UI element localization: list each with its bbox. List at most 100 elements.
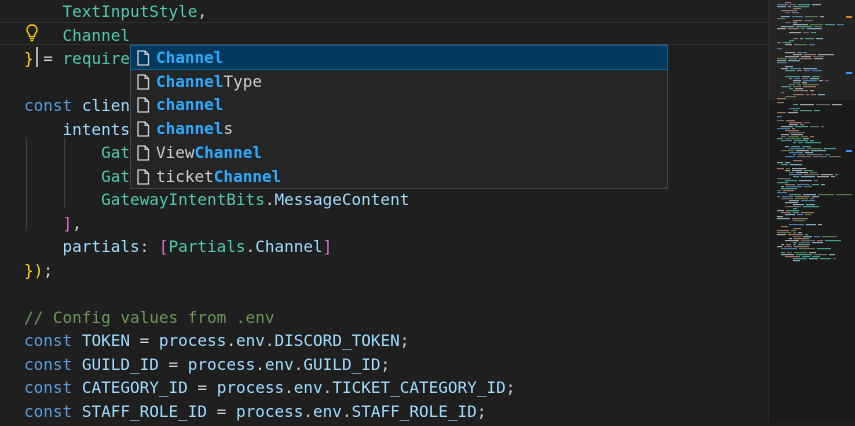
minimap-line	[805, 214, 811, 216]
suggestion-item[interactable]: Channel	[130, 45, 668, 70]
code-token: =	[158, 354, 188, 374]
lightbulb-icon[interactable]	[26, 24, 38, 42]
code-token: const	[24, 331, 73, 350]
minimap-line	[789, 238, 792, 240]
minimap-line	[793, 208, 797, 210]
vertical-scrollbar[interactable]	[843, 0, 855, 422]
minimap-line	[822, 236, 837, 238]
minimap-line	[801, 176, 815, 178]
code-token: ;	[380, 354, 391, 374]
suggestion-item[interactable]: channels	[131, 117, 667, 140]
minimap-line	[806, 224, 816, 226]
minimap[interactable]	[768, 0, 855, 422]
minimap-line	[799, 242, 810, 244]
minimap-line	[793, 154, 796, 156]
code-token: env	[235, 331, 265, 350]
minimap-line	[821, 126, 824, 128]
minimap-line	[817, 240, 823, 242]
code-token: STAFF_ROLE_ID	[351, 401, 477, 421]
code-token: process	[187, 354, 256, 374]
minimap-line	[777, 210, 784, 212]
minimap-line	[777, 246, 782, 248]
code-token: =	[207, 401, 236, 421]
code-token: const	[24, 96, 73, 115]
minimap-line	[786, 168, 790, 170]
suggestion-label: ChannelType	[156, 70, 262, 93]
code-token: .	[245, 237, 256, 256]
code-token: process	[216, 378, 285, 397]
suggestion-widget[interactable]: Channel ChannelType channel channels ViewCha…	[130, 44, 668, 189]
code-token: require	[62, 49, 130, 68]
minimap-line	[792, 128, 795, 130]
code-line: TextInputStyle,	[24, 0, 208, 23]
minimap-line	[793, 110, 798, 112]
minimap-line	[797, 184, 810, 186]
minimap-line	[810, 198, 814, 200]
minimap-line	[796, 254, 812, 256]
code-token: ]	[62, 213, 73, 233]
minimap-line	[794, 246, 809, 248]
minimap-line	[777, 230, 789, 232]
minimap-line	[800, 104, 814, 106]
minimap-line	[793, 260, 800, 262]
minimap-line	[788, 112, 798, 114]
minimap-line	[796, 172, 808, 174]
code-line: const TOKEN = process.env.DISCORD_TOKEN;	[24, 329, 409, 352]
suggestion-item[interactable]: ViewChannel	[131, 141, 667, 164]
minimap-line	[814, 254, 827, 256]
minimap-line	[786, 210, 799, 212]
minimap-line	[795, 126, 808, 128]
minimap-line	[789, 194, 801, 196]
minimap-line	[789, 132, 805, 134]
suggestion-match-text: Channel	[194, 142, 262, 162]
minimap-line	[794, 252, 807, 254]
code-token: clien	[81, 96, 130, 115]
minimap-line	[816, 104, 830, 106]
minimap-line	[785, 170, 790, 172]
minimap-line	[803, 194, 816, 196]
minimap-line	[792, 168, 806, 170]
code-token: GUILD_ID	[81, 354, 159, 374]
minimap-line	[791, 230, 796, 232]
code-token: // Config values from .env	[24, 307, 275, 327]
suggestion-label: Channel	[156, 46, 223, 69]
minimap-line	[789, 122, 802, 124]
code-token: const	[24, 378, 73, 397]
code-line: const GUILD_ID = process.env.GUILD_ID;	[24, 353, 390, 376]
minimap-line	[777, 216, 783, 218]
minimap-line	[777, 182, 788, 184]
code-line: const clien	[24, 94, 130, 117]
code-token: DISCORD_TOKEN	[274, 331, 400, 350]
text-cursor	[36, 47, 38, 67]
suggestion-match-text: Channel	[156, 71, 224, 91]
suggestion-item[interactable]: ticketChannel	[131, 165, 667, 188]
minimap-line	[777, 178, 791, 180]
minimap-line	[781, 252, 785, 254]
minimap-line	[801, 136, 808, 138]
minimap-line	[788, 136, 799, 138]
code-token: partials	[62, 237, 140, 256]
code-line: const CATEGORY_ID = process.env.TICKET_C…	[24, 376, 515, 399]
minimap-line	[777, 102, 784, 104]
code-token: CATEGORY_ID	[81, 378, 188, 397]
code-token: STAFF_ROLE_ID	[81, 401, 208, 421]
minimap-line	[786, 186, 802, 188]
minimap-line	[777, 168, 784, 170]
minimap-line	[812, 242, 823, 244]
minimap-line	[806, 204, 815, 206]
code-token: .	[226, 331, 236, 350]
code-token: .	[255, 354, 265, 374]
code-token: ;	[505, 378, 516, 397]
suggestion-item[interactable]: channel	[131, 93, 667, 116]
minimap-line	[805, 234, 808, 236]
suggestion-pre-text: View	[156, 142, 195, 162]
suggestion-item[interactable]: ChannelType	[131, 70, 667, 93]
code-token: process	[158, 331, 227, 350]
code-line: intents	[24, 118, 130, 141]
minimap-line	[797, 156, 811, 158]
minimap-line	[793, 244, 796, 246]
